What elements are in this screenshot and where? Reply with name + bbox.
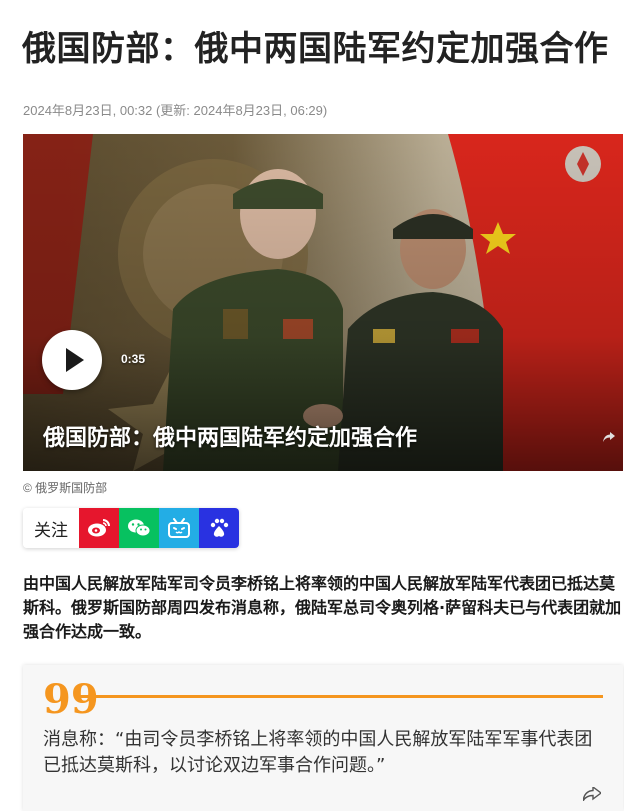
play-button[interactable] [42,330,102,390]
social-share-bar: 关注 [23,508,239,548]
share-icon[interactable] [582,785,603,805]
weibo-icon [88,519,110,537]
photo-credit: © 俄罗斯国防部 [23,481,108,495]
bilibili-button[interactable] [159,508,199,548]
quote-text: 消息称：“由司令员李桥铭上将率领的中国人民解放军陆军军事代表团已抵达莫斯科，以讨… [43,729,593,776]
bilibili-icon [168,518,190,538]
wechat-icon [128,519,151,537]
video-title: 俄国防部：俄中两国陆军约定加强合作 [43,426,418,451]
wechat-button[interactable] [119,508,159,548]
video-duration: 0:35 [121,352,146,366]
quote-block: 99 消息称：“由司令员李桥铭上将率领的中国人民解放军陆军军事代表团已抵达莫斯科… [23,665,623,811]
baidu-icon [210,518,229,537]
article-lead: 由中国人民解放军陆军司令员李桥铭上将率领的中国人民解放军陆军代表团已抵达莫斯科。… [23,574,622,641]
quote-mark-icon: 99 [43,676,99,723]
quote-divider [79,695,603,698]
article-timestamp: 2024年8月23日, 00:32 (更新: 2024年8月23日, 06:29… [23,103,328,118]
play-icon [66,348,84,372]
video-player[interactable]: 0:35 俄国防部：俄中两国陆军约定加强合作 [23,134,623,471]
baidu-button[interactable] [199,508,239,548]
article-title: 俄国防部：俄中两国陆军约定加强合作 [22,28,609,69]
weibo-button[interactable] [79,508,119,548]
follow-button[interactable]: 关注 [23,508,79,548]
